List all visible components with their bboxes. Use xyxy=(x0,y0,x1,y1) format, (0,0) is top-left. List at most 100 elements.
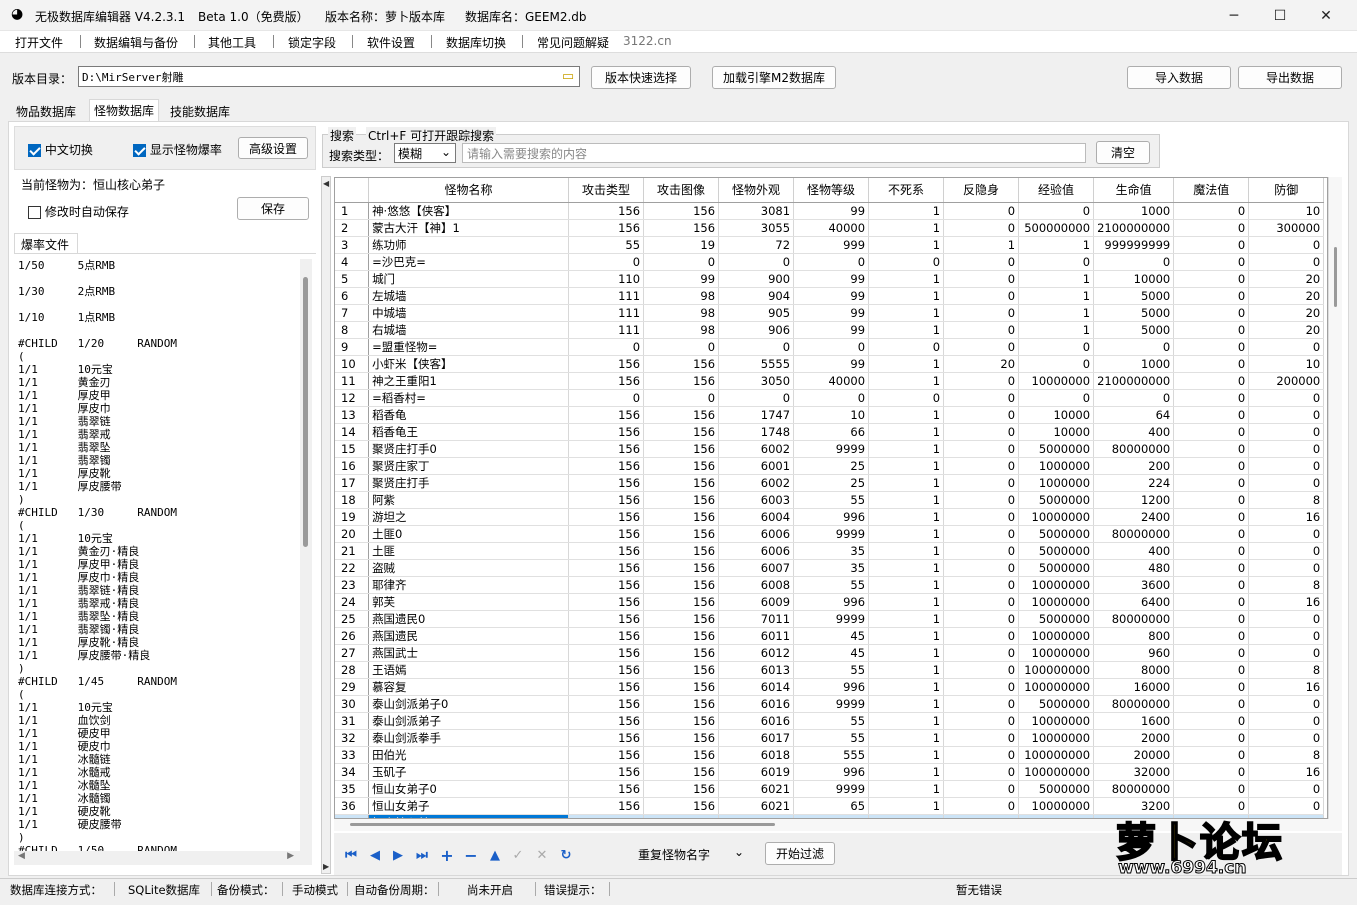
quick-select-button[interactable]: 版本快速选择 xyxy=(591,66,691,89)
table-row[interactable]: 35 恒山女弟子0 156 156 6021 9999 1 0 5000000 80000000 0… xyxy=(335,780,1325,798)
monster-name-cell[interactable]: 左城墙 xyxy=(368,287,570,305)
monster-name-cell[interactable]: 恒山女弟子0 xyxy=(368,780,570,798)
table-cell[interactable]: 200000 xyxy=(1248,372,1325,390)
table-cell[interactable]: 999 xyxy=(793,236,870,254)
table-cell[interactable]: 0 xyxy=(943,712,1020,730)
table-cell[interactable]: 5000000 xyxy=(1018,695,1095,713)
table-cell[interactable]: 156 xyxy=(643,780,720,798)
table-cell[interactable]: 0 xyxy=(1173,678,1250,696)
table-row[interactable]: 32 泰山剑派拳手 156 156 6017 55 1 0 10000000 2000 0 0 xyxy=(335,729,1325,747)
chinese-toggle[interactable]: 中文切换 xyxy=(28,141,93,158)
table-cell[interactable]: 0 xyxy=(568,338,645,356)
table-row[interactable]: 30 泰山剑派弟子0 156 156 6016 9999 1 0 5000000 80000000… xyxy=(335,695,1325,713)
close-icon[interactable]: ✕ xyxy=(1303,0,1349,31)
monster-name-cell[interactable]: 右城墙 xyxy=(368,321,570,339)
table-cell[interactable]: 1 xyxy=(1018,287,1095,305)
monster-name-cell[interactable]: 燕国武士 xyxy=(368,644,570,662)
table-cell[interactable]: 5000 xyxy=(1093,321,1175,339)
table-cell[interactable]: 0 xyxy=(868,338,945,356)
monster-name-cell[interactable]: 练功师 xyxy=(368,236,570,254)
table-cell[interactable]: 9999 xyxy=(793,610,870,628)
table-cell[interactable]: 1 xyxy=(868,593,945,611)
monster-name-cell[interactable]: 泰山剑派拳手 xyxy=(368,729,570,747)
delete-record-icon[interactable]: − xyxy=(463,846,479,865)
table-cell[interactable]: 1 xyxy=(868,627,945,645)
table-cell[interactable]: 156 xyxy=(568,202,645,220)
table-row[interactable]: 20 土匪0 156 156 6006 9999 1 0 5000000 80000000 0 0 xyxy=(335,525,1325,543)
monster-name-cell[interactable]: =盟重怪物= xyxy=(368,338,570,356)
table-cell[interactable]: 1 xyxy=(868,576,945,594)
table-cell[interactable]: 0 xyxy=(1248,525,1325,543)
table-cell[interactable]: 5000000 xyxy=(1018,610,1095,628)
table-row[interactable]: 31 泰山剑派弟子 156 156 6016 55 1 0 10000000 1600 0 0 xyxy=(335,712,1325,730)
monster-name-cell[interactable]: 土匪0 xyxy=(368,525,570,543)
table-cell[interactable]: 156 xyxy=(568,372,645,390)
table-cell[interactable]: 6007 xyxy=(718,559,795,577)
table-cell[interactable]: 110 xyxy=(568,270,645,288)
table-cell[interactable]: 1 xyxy=(868,508,945,526)
table-cell[interactable]: 0 xyxy=(1173,270,1250,288)
table-cell[interactable]: 6003 xyxy=(718,491,795,509)
table-cell[interactable]: 6002 xyxy=(718,440,795,458)
table-cell[interactable]: 6021 xyxy=(718,780,795,798)
table-cell[interactable]: 0 xyxy=(1093,253,1175,271)
table-row[interactable]: 2 蒙古大汗【神】1 156 156 3055 40000 1 0 500000000 21000… xyxy=(335,219,1325,237)
table-cell[interactable]: 156 xyxy=(643,406,720,424)
table-cell[interactable]: 156 xyxy=(643,644,720,662)
table-cell[interactable]: 10000000 xyxy=(1018,644,1095,662)
table-cell[interactable]: 8000 xyxy=(1093,661,1175,679)
table-cell[interactable]: 0 xyxy=(1248,695,1325,713)
table-cell[interactable]: 1 xyxy=(868,525,945,543)
table-cell[interactable]: 8 xyxy=(1248,576,1325,594)
table-cell[interactable]: 156 xyxy=(568,355,645,373)
table-cell[interactable]: 996 xyxy=(793,593,870,611)
table-cell[interactable]: 45 xyxy=(793,644,870,662)
table-cell[interactable]: 16 xyxy=(1248,678,1325,696)
table-cell[interactable]: 6009 xyxy=(718,593,795,611)
table-cell[interactable]: 0 xyxy=(793,253,870,271)
table-cell[interactable]: 156 xyxy=(568,219,645,237)
table-cell[interactable]: 0 xyxy=(943,644,1020,662)
table-cell[interactable]: 156 xyxy=(568,525,645,543)
table-cell[interactable]: 0 xyxy=(1173,712,1250,730)
monster-name-cell[interactable]: 燕国遗民 xyxy=(368,627,570,645)
table-cell[interactable]: 10 xyxy=(1248,202,1325,220)
table-cell[interactable]: 0 xyxy=(1093,389,1175,407)
table-cell[interactable]: 0 xyxy=(1173,627,1250,645)
table-cell[interactable]: 0 xyxy=(1248,457,1325,475)
table-cell[interactable]: 3081 xyxy=(718,202,795,220)
table-cell[interactable]: 0 xyxy=(1173,508,1250,526)
table-cell[interactable]: 0 xyxy=(1018,338,1095,356)
monster-name-cell[interactable]: 城门 xyxy=(368,270,570,288)
table-cell[interactable]: 0 xyxy=(943,525,1020,543)
table-row[interactable]: 7 中城墙 111 98 905 99 1 0 1 5000 0 20 xyxy=(335,304,1325,322)
table-cell[interactable]: 0 xyxy=(943,593,1020,611)
table-cell[interactable]: 500000000 xyxy=(1018,219,1095,237)
table-cell[interactable]: 6012 xyxy=(718,644,795,662)
monster-name-cell[interactable]: 郭芙 xyxy=(368,593,570,611)
table-cell[interactable]: 0 xyxy=(1248,780,1325,798)
show-drop-checkbox[interactable] xyxy=(133,144,146,157)
table-cell[interactable]: 6004 xyxy=(718,508,795,526)
table-cell[interactable]: 156 xyxy=(568,729,645,747)
table-cell[interactable]: 10000000 xyxy=(1018,797,1095,815)
table-cell[interactable]: 1 xyxy=(943,236,1020,254)
table-row[interactable]: 5 城门 110 99 900 99 1 0 1 10000 0 20 xyxy=(335,270,1325,288)
table-cell[interactable]: 1 xyxy=(868,610,945,628)
table-cell[interactable]: 0 xyxy=(943,610,1020,628)
table-cell[interactable]: 6019 xyxy=(718,763,795,781)
table-cell[interactable]: 156 xyxy=(643,576,720,594)
table-cell[interactable]: 9999 xyxy=(793,695,870,713)
table-cell[interactable]: 111 xyxy=(568,304,645,322)
table-cell[interactable]: 6400 xyxy=(1093,593,1175,611)
table-cell[interactable]: 16 xyxy=(1248,593,1325,611)
table-cell[interactable]: 156 xyxy=(568,797,645,815)
monster-name-cell[interactable]: 王语嫣 xyxy=(368,661,570,679)
table-cell[interactable]: 0 xyxy=(1173,695,1250,713)
table-cell[interactable]: 996 xyxy=(793,763,870,781)
table-cell[interactable]: 80000000 xyxy=(1093,695,1175,713)
table-cell[interactable]: 156 xyxy=(643,542,720,560)
table-cell[interactable]: 156 xyxy=(643,678,720,696)
maximize-icon[interactable]: ☐ xyxy=(1257,0,1303,31)
table-cell[interactable]: 0 xyxy=(1173,661,1250,679)
